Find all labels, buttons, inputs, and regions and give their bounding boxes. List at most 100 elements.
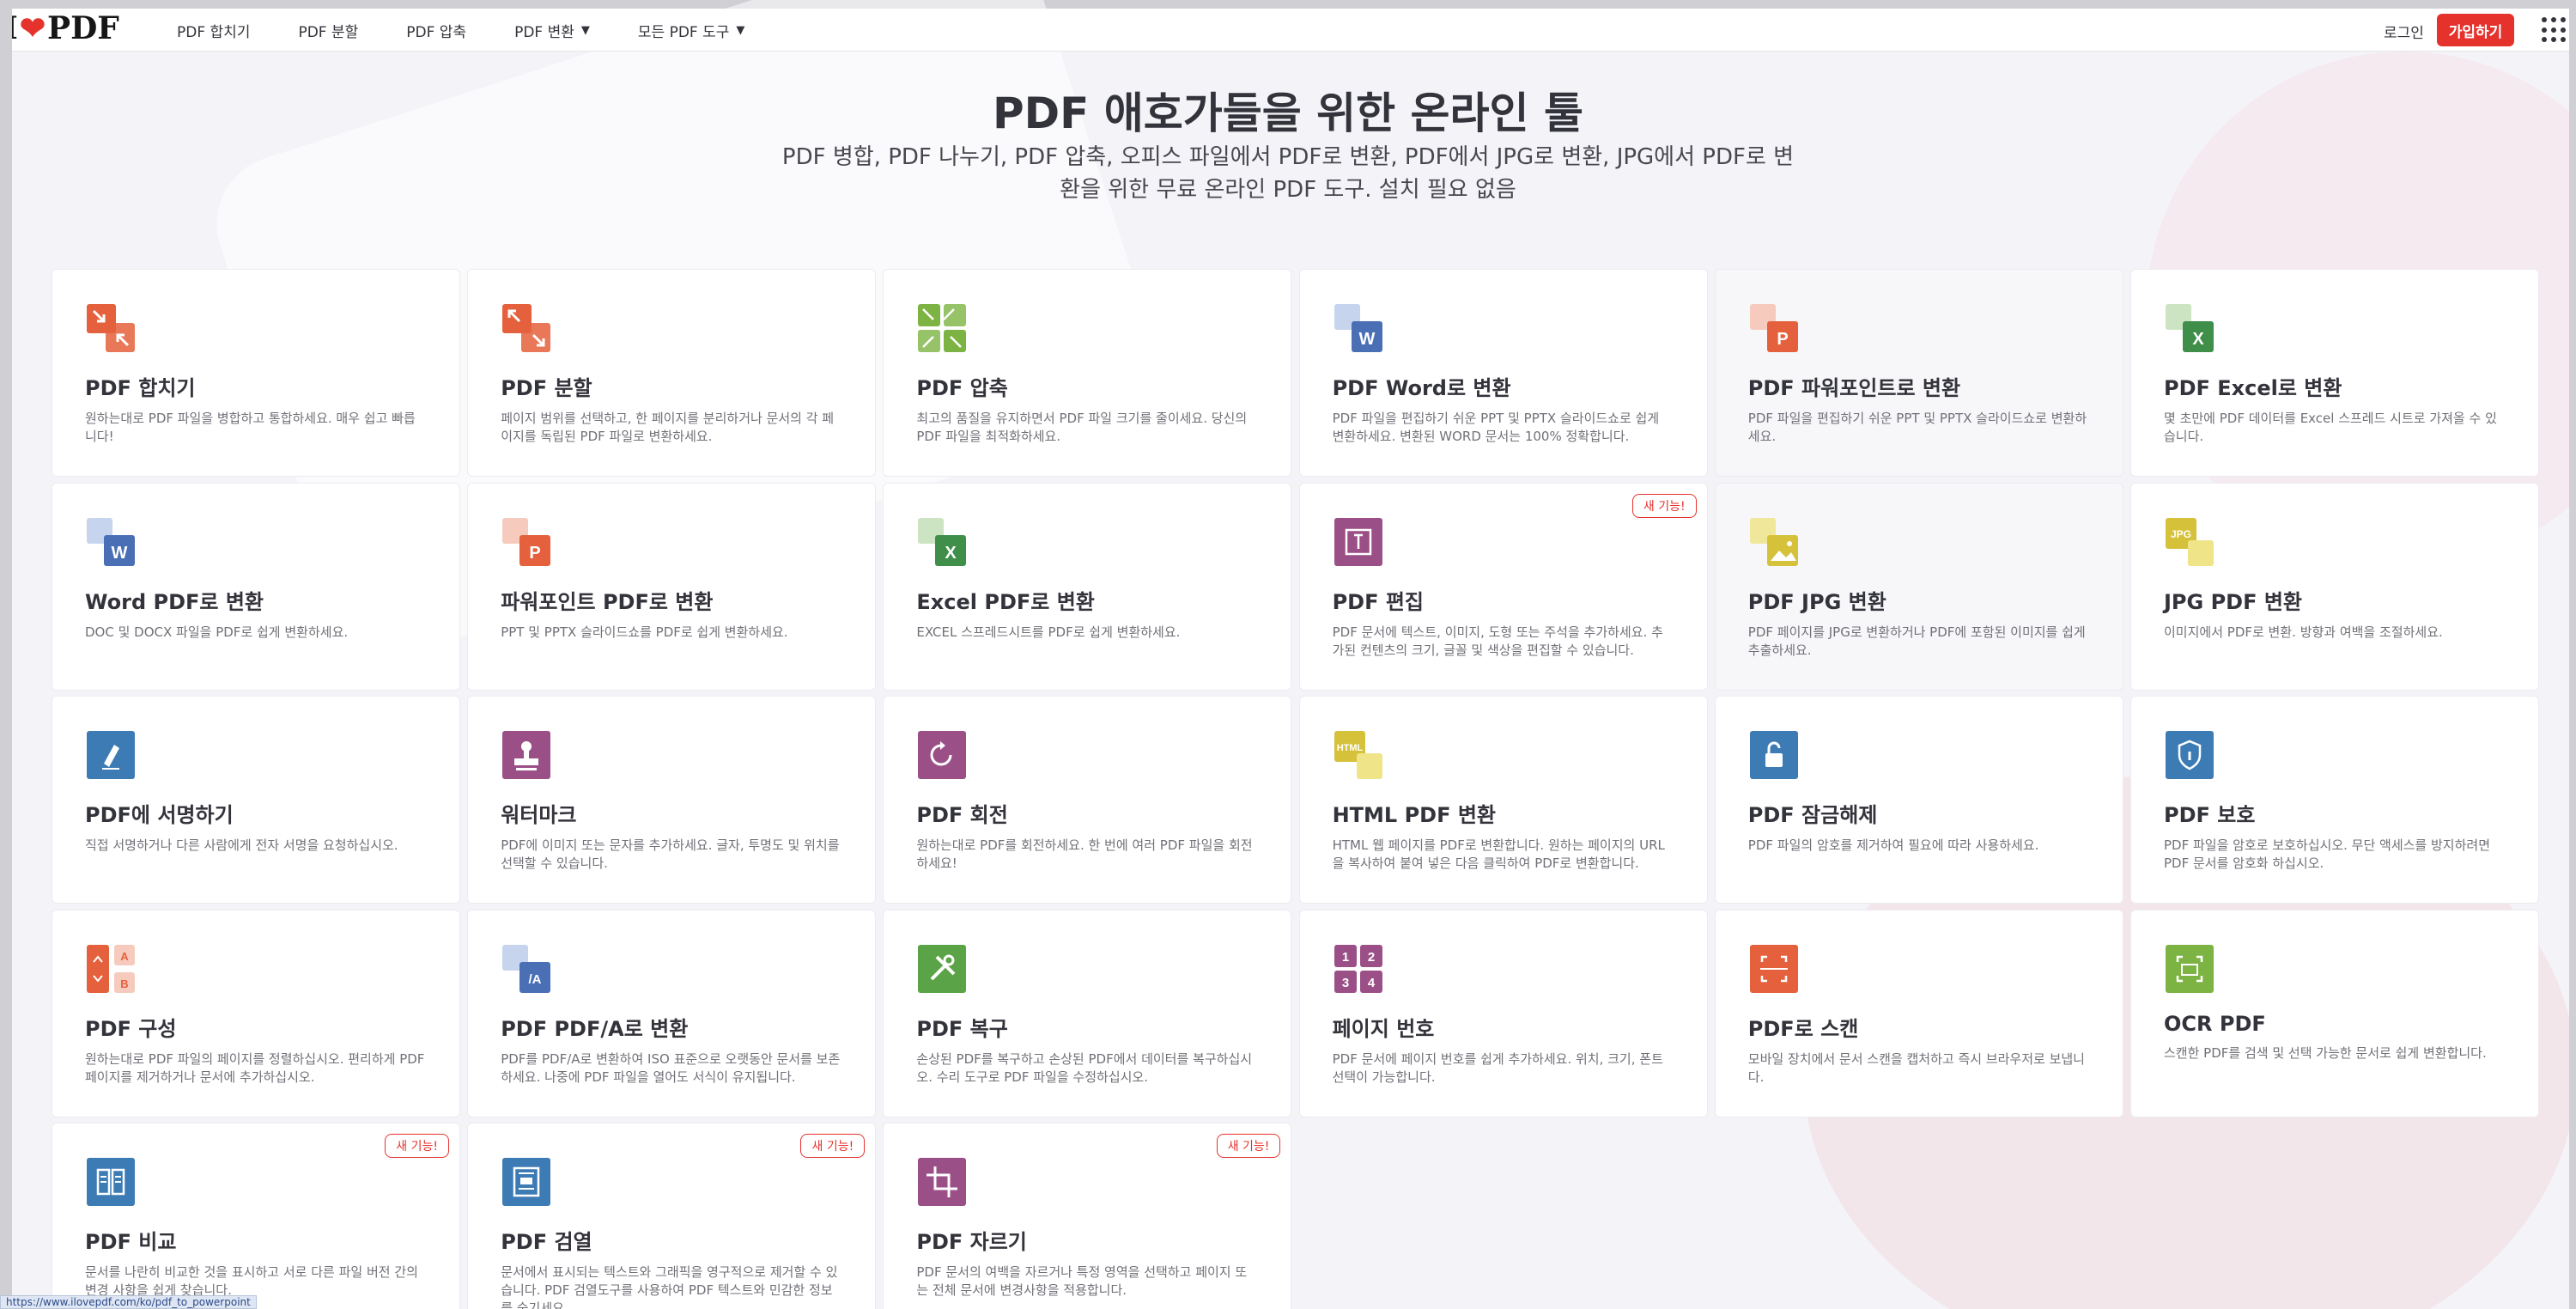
tool-card-jpg-to-pdf[interactable]: JPG JPG PDF 변환 이미지에서 PDF로 변환. 방향과 여백을 조절하세… — [2130, 482, 2539, 691]
tool-card-title: PDF 압축 — [916, 376, 1008, 400]
tool-card-title: PDF 복구 — [916, 1016, 1008, 1041]
tool-card-edit[interactable]: PDF 편집 PDF 문서에 텍스트, 이미지, 도형 또는 주석을 추가하세요.… — [1298, 482, 1708, 691]
tool-card-title: 워터마크 — [501, 803, 577, 827]
merge-icon — [85, 302, 137, 354]
apps-grid-icon[interactable] — [2542, 17, 2567, 43]
nav-item-label: PDF 변환 — [514, 23, 574, 41]
svg-text:1: 1 — [1341, 950, 1348, 965]
tool-card-description: PDF 페이지를 JPG로 변환하거나 PDF에 포함된 이미지를 쉽게 추출하… — [1747, 624, 2086, 658]
tool-card-pdf-to-jpg[interactable]: PDF JPG 변환 PDF 페이지를 JPG로 변환하거나 PDF에 포함된 이… — [1714, 482, 2123, 691]
redact-icon — [501, 1156, 552, 1208]
svg-text:X: X — [2192, 330, 2204, 349]
tool-card-description: 직접 서명하거나 다른 사람에게 전자 서명을 요청하십시오. — [85, 837, 398, 853]
svg-text:4: 4 — [1367, 976, 1375, 990]
tool-card-pdf-to-excel[interactable]: X PDF Excel로 변환몇 초만에 PDF 데이터를 Excel 스프레드 … — [2130, 269, 2539, 477]
tool-card-redact[interactable]: PDF 검열 문서에서 표시되는 텍스트와 그래픽을 영구적으로 제거할 수 있습… — [467, 1123, 877, 1309]
tool-card-description: DOC 및 DOCX 파일을 PDF로 쉽게 변환하세요. — [85, 624, 349, 640]
rotate-icon — [916, 729, 968, 781]
edit-icon — [1333, 516, 1384, 568]
tool-card-title: JPG PDF 변환 — [2164, 589, 2302, 614]
ilovepdf-logo[interactable]: I ❤ PDF — [3, 10, 119, 46]
window-frame-right — [2569, 0, 2576, 1309]
new-feature-badge: 새 기능! — [1216, 1134, 1281, 1158]
tool-card-crop[interactable]: PDF 자르기 PDF 문서의 여백을 자르거나 특정 영역을 선택하고 페이지 … — [883, 1123, 1292, 1309]
tool-card-word-to-pdf[interactable]: W Word PDF로 변환 DOC 및 DOCX 파일을 PDF로 쉽게 변환하세… — [52, 482, 460, 691]
svg-text:W: W — [112, 544, 128, 563]
powerpoint-icon: P — [501, 516, 552, 568]
word-icon: W — [1333, 302, 1384, 354]
tool-card-title: PDF 자르기 — [916, 1230, 1027, 1254]
new-feature-badge: 새 기능! — [1631, 493, 1697, 518]
image-icon — [1748, 516, 1800, 568]
svg-text:P: P — [1777, 330, 1788, 349]
caret-down-icon: ▼ — [736, 23, 745, 37]
tool-card-title: PDF 비교 — [85, 1230, 177, 1254]
tool-card-scan[interactable]: PDF로 스캔 모바일 장치에서 문서 스캔을 캡처하고 즉시 브라우저로 보냅니… — [1714, 909, 2123, 1117]
word-icon: W — [85, 516, 137, 568]
compress-icon — [916, 302, 968, 354]
tool-card-merge[interactable]: PDF 합치기 원하는대로 PDF 파일을 병합하고 통합하세요. 매우 쉽고 빠… — [52, 269, 460, 477]
tool-card-excel-to-pdf[interactable]: X Excel PDF로 변환 EXCEL 스프레드시트를 PDF로 쉽게 변환하세… — [883, 482, 1292, 691]
tool-card-description: PDF를 PDF/A로 변환하여 ISO 표준으로 오랫동안 문서를 보존하세요… — [501, 1050, 841, 1085]
tool-card-title: PDF Excel로 변환 — [2164, 376, 2342, 400]
tool-card-title: Word PDF로 변환 — [85, 589, 264, 614]
organize-icon: AB — [85, 943, 137, 995]
svg-text:X: X — [945, 544, 957, 563]
tool-card-compare[interactable]: PDF 비교 문서를 나란히 비교한 것을 표시하고 서로 다른 파일 버전 간의… — [52, 1123, 460, 1309]
tool-card-description: PDF에 이미지 또는 문자를 추가하세요. 글자, 투명도 및 위치를 선택할… — [501, 837, 840, 871]
login-link[interactable]: 로그인 — [2384, 21, 2424, 42]
nav-item-label: PDF 압축 — [406, 23, 467, 41]
compare-icon — [85, 1156, 137, 1208]
tool-card-description: 원하는대로 PDF를 회전하세요. 한 번에 여러 PDF 파일을 회전하세요! — [916, 837, 1253, 871]
scan-icon — [1748, 943, 1800, 995]
powerpoint-icon: P — [1748, 302, 1800, 354]
svg-text:B: B — [120, 977, 128, 990]
nav-item[interactable]: PDF 분할 — [298, 20, 358, 41]
excel-icon: X — [916, 516, 968, 568]
tool-card-sign[interactable]: PDF에 서명하기직접 서명하거나 다른 사람에게 전자 서명을 요청하십시오. — [52, 696, 460, 904]
tool-card-description: 손상된 PDF를 복구하고 손상된 PDF에서 데이터를 복구하십시오. 수리 … — [916, 1050, 1253, 1085]
nav-item[interactable]: PDF 변환 ▼ — [514, 20, 590, 41]
svg-text:HTML: HTML — [1336, 743, 1363, 753]
new-feature-badge: 새 기능! — [385, 1134, 449, 1158]
page-subtitle: PDF 병합, PDF 나누기, PDF 압축, 오피스 파일에서 PDF로 변… — [781, 144, 1795, 203]
svg-text:2: 2 — [1367, 950, 1374, 965]
tool-card-pdf-to-powerpoint[interactable]: P PDF 파워포인트로 변환 PDF 파일을 편집하기 쉬운 PPT 및 PPTX… — [1714, 269, 2123, 477]
tool-card-description: 스캔한 PDF를 검색 및 선택 가능한 문서로 쉽게 변환합니다. — [2164, 1044, 2487, 1061]
tool-card-title: Excel PDF로 변환 — [916, 589, 1095, 614]
svg-text:P: P — [530, 544, 541, 563]
tool-card-description: EXCEL 스프레드시트를 PDF로 쉽게 변환하세요. — [916, 624, 1181, 640]
tool-card-title: PDF에 서명하기 — [85, 803, 234, 827]
tool-card-organize[interactable]: A B PDF 구성 원하는대로 PDF 파일의 페이지를 정렬하십시오. 편리하게 … — [52, 909, 460, 1117]
nav-item[interactable]: PDF 압축 — [406, 20, 466, 41]
tool-card-repair[interactable]: PDF 복구손상된 PDF를 복구하고 손상된 PDF에서 데이터를 복구하십시… — [883, 909, 1292, 1117]
split-icon — [501, 302, 552, 354]
tool-card-split[interactable]: PDF 분할 페이지 범위를 선택하고, 한 페이지를 분리하거나 문서의 각 페… — [467, 269, 877, 477]
tool-card-unlock[interactable]: PDF 잠금해제 PDF 파일의 암호를 제거하여 필요에 따라 사용하세요. — [1714, 696, 2123, 904]
tool-card-description: 모바일 장치에서 문서 스캔을 캡처하고 즉시 브라우저로 보냅니다. — [1747, 1050, 2085, 1085]
tool-card-powerpoint-to-pdf[interactable]: P 파워포인트 PDF로 변환 PPT 및 PPTX 슬라이드쇼를 PDF로 쉽게 … — [467, 482, 877, 691]
tool-card-title: OCR PDF — [2164, 1011, 2266, 1036]
repair-icon — [916, 943, 968, 995]
tool-card-description: 최고의 품질을 유지하면서 PDF 파일 크기를 줄이세요. 당신의 PDF 파… — [916, 411, 1248, 444]
svg-text:JPG: JPG — [2171, 528, 2191, 540]
tool-card-compress[interactable]: PDF 압축최고의 품질을 유지하면서 PDF 파일 크기를 줄이세요. 당신의… — [883, 269, 1292, 477]
status-bar-url: https://www.ilovepdf.com/ko/pdf_to_power… — [0, 1295, 257, 1309]
nav-item[interactable]: 모든 PDF 도구 ▼ — [638, 20, 745, 41]
tool-card-rotate[interactable]: PDF 회전 원하는대로 PDF를 회전하세요. 한 번에 여러 PDF 파일을 … — [883, 696, 1292, 904]
tool-card-protect[interactable]: PDF 보호 PDF 파일을 암호로 보호하십시오. 무단 액세스를 방지하려면 … — [2130, 696, 2539, 904]
nav-item[interactable]: PDF 합치기 — [177, 20, 250, 41]
tool-card-pdf-to-pdfa[interactable]: /A PDF PDF/A로 변환 PDF를 PDF/A로 변환하여 ISO 표준으로… — [467, 909, 877, 1117]
signup-button[interactable]: 가입하기 — [2437, 14, 2514, 46]
tool-card-description: 몇 초만에 PDF 데이터를 Excel 스프레드 시트로 가져올 수 있습니다… — [2164, 411, 2497, 444]
numbers-icon: 1 2 3 4 — [1333, 943, 1384, 995]
tool-card-watermark[interactable]: 워터마크 PDF에 이미지 또는 문자를 추가하세요. 글자, 투명도 및 위치를… — [467, 696, 877, 904]
tool-card-description: PDF 파일을 암호로 보호하십시오. 무단 액세스를 방지하려면 PDF 문서… — [2164, 837, 2491, 871]
tool-card-ocr[interactable]: OCR PDF 스캔한 PDF를 검색 및 선택 가능한 문서로 쉽게 변환합니다… — [2130, 909, 2539, 1117]
tool-card-description: PPT 및 PPTX 슬라이드쇼를 PDF로 쉽게 변환하세요. — [501, 624, 788, 640]
tool-card-pdf-to-word[interactable]: W PDF Word로 변환 PDF 파일을 편집하기 쉬운 PPT 및 PPTX … — [1298, 269, 1708, 477]
tool-card-description: 원하는대로 PDF 파일의 페이지를 정렬하십시오. 편리하게 PDF 페이지를… — [85, 1050, 425, 1085]
tool-card-page-numbers[interactable]: 1 2 3 4 페이지 번호 PDF 문서에 페이지 번호를 쉽게 추가하세요. 위치, … — [1298, 909, 1708, 1117]
ocr-icon — [2164, 943, 2215, 995]
tool-card-html-to-pdf[interactable]: HTML HTML PDF 변환 HTML 웹 페이지를 PDF로 변환합니다. 원… — [1298, 696, 1708, 904]
